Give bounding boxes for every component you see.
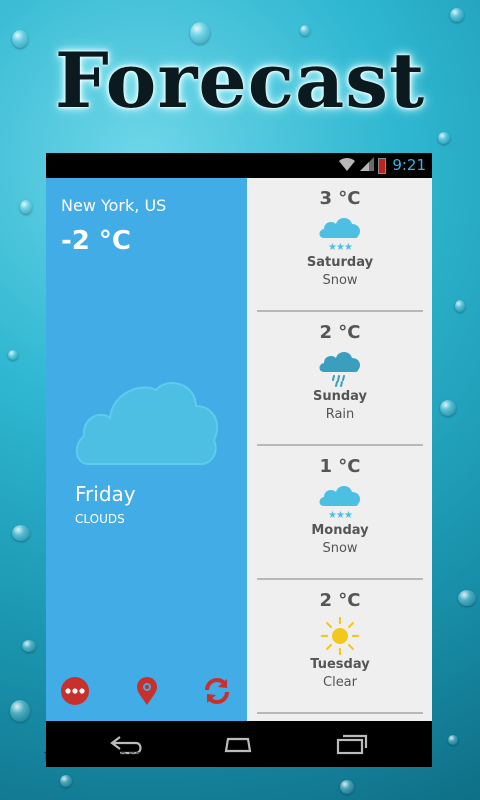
raindrop-decoration (438, 132, 450, 144)
snow-icon: ★ ★ ★ (319, 218, 360, 253)
forecast-day: Monday (311, 523, 369, 538)
weather-app: New York, US -2 °C Friday CLOUDS 3 °C ★ … (46, 178, 432, 721)
raindrop-decoration (340, 780, 354, 794)
raindrop-decoration (440, 400, 456, 416)
forecast-condition: Snow (322, 273, 358, 288)
raindrop-decoration (60, 775, 72, 787)
recent-apps-icon[interactable] (332, 731, 372, 757)
raindrop-decoration (12, 525, 30, 541)
forecast-item[interactable]: 2 °C Tuesday Clear (257, 580, 423, 714)
snow-icon: ★ ★ ★ (319, 486, 360, 521)
raindrop-decoration (300, 25, 310, 36)
refresh-icon[interactable] (202, 676, 232, 706)
current-weather-panel: New York, US -2 °C Friday CLOUDS (46, 178, 247, 721)
forecast-item[interactable]: 2 °C Sunday Rain (257, 312, 423, 446)
more-options-icon[interactable] (60, 676, 90, 706)
phone-screen: 9:21 New York, US -2 °C Friday CLOUDS 3 … (46, 153, 432, 767)
forecast-day: Sunday (312, 389, 368, 404)
forecast-temperature: 2 °C (319, 590, 361, 611)
raindrop-decoration (8, 350, 18, 360)
promo-title: Forecast (54, 36, 426, 125)
svg-text:★: ★ (344, 510, 353, 521)
raindrop-decoration (20, 200, 32, 214)
raindrop-decoration (455, 300, 465, 312)
svg-text:★: ★ (344, 242, 353, 253)
signal-icon (360, 157, 374, 171)
wifi-icon (339, 157, 355, 171)
forecast-condition: Snow (322, 541, 358, 556)
forecast-condition: Rain (325, 407, 355, 422)
raindrop-decoration (458, 590, 476, 606)
raindrop-decoration (22, 640, 36, 652)
status-bar: 9:21 (46, 153, 432, 178)
forecast-temperature: 1 °C (319, 456, 361, 477)
forecast-day: Saturday (306, 255, 374, 270)
cloud-icon (75, 382, 219, 466)
forecast-day: Tuesday (310, 657, 370, 672)
battery-icon (378, 158, 386, 174)
location-label: New York, US (61, 196, 167, 215)
forecast-item[interactable]: 3 °C ★ ★ ★ Saturday Snow (257, 178, 423, 312)
watermark-text: free for personal use (44, 746, 211, 765)
raindrop-decoration (448, 735, 458, 745)
forecast-temperature: 2 °C (319, 322, 361, 343)
forecast-list[interactable]: 3 °C ★ ★ ★ Saturday Snow 2 °C Sunday Rai (247, 178, 432, 721)
current-temperature: -2 °C (61, 226, 132, 256)
home-icon[interactable] (218, 731, 258, 757)
current-day: Friday (75, 482, 136, 506)
sun-icon (320, 616, 360, 656)
forecast-temperature: 3 °C (319, 188, 361, 209)
raindrop-decoration (450, 8, 464, 22)
raindrop-decoration (10, 700, 30, 722)
location-pin-icon[interactable] (132, 676, 162, 706)
rain-icon (319, 352, 360, 387)
forecast-item[interactable]: 1 °C ★ ★ ★ Monday Snow (257, 446, 423, 580)
forecast-condition: Clear (323, 675, 357, 690)
status-time: 9:21 (392, 156, 426, 174)
current-condition: CLOUDS (75, 512, 125, 526)
